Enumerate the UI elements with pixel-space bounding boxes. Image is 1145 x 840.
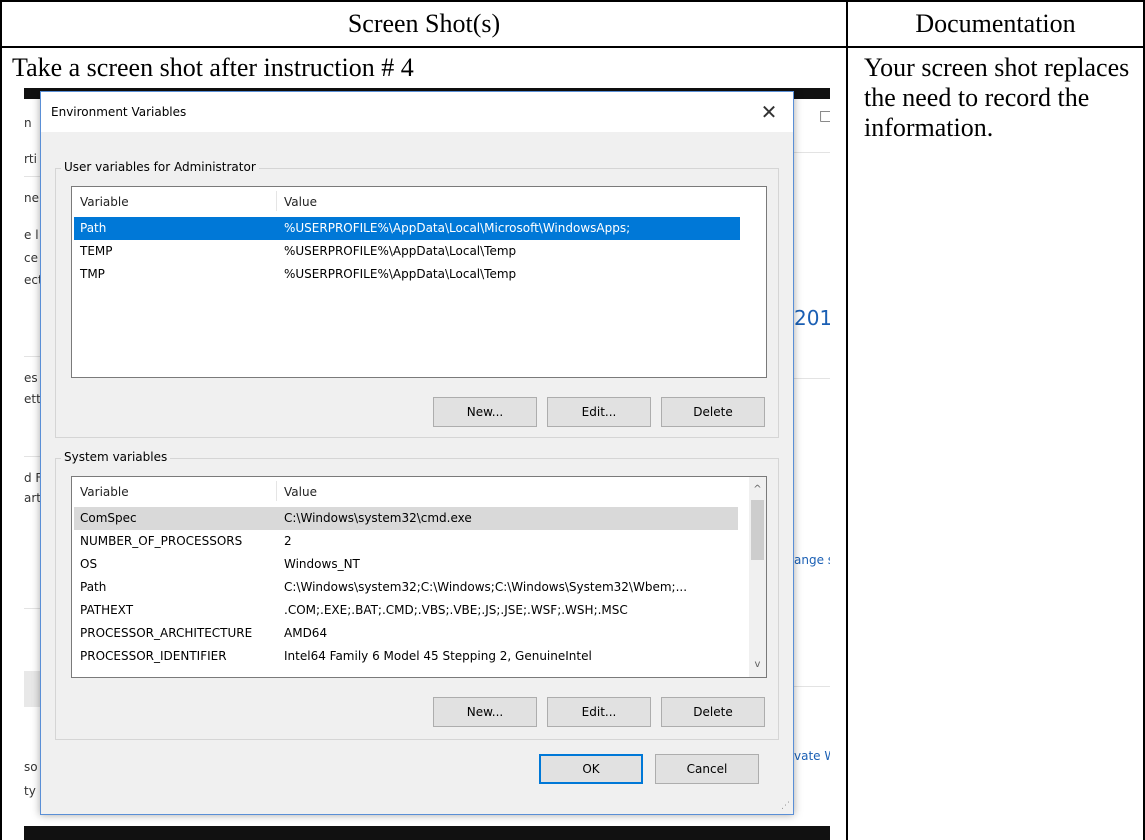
system-var-row[interactable]: NUMBER_OF_PROCESSORS 2 [74, 530, 738, 553]
column-header-variable[interactable]: Variable [80, 195, 129, 209]
bg-year-text: 2016 [794, 306, 830, 330]
close-icon[interactable]: ✕ [755, 98, 783, 126]
dialog-title-bar[interactable]: Environment Variables ✕ [41, 92, 793, 132]
var-name: PROCESSOR_IDENTIFIER [80, 649, 227, 663]
user-var-row-selected[interactable]: Path %USERPROFILE%\AppData\Local\Microso… [74, 217, 740, 240]
dialog-title: Environment Variables [51, 105, 187, 119]
system-new-button[interactable]: New... [433, 697, 537, 727]
var-name: Path [80, 580, 107, 594]
documentation-text: Your screen shot replaces the need to re… [864, 53, 1130, 142]
embedded-screenshot: n rti ne e l ce ect es ett d F artu so t… [24, 88, 830, 840]
instruction-text: Take a screen shot after instruction # 4 [12, 53, 414, 82]
table-border-left [0, 0, 2, 840]
var-value: %USERPROFILE%\AppData\Local\Microsoft\Wi… [284, 221, 631, 235]
var-value: Windows_NT [284, 557, 360, 571]
list-header: Variable Value [72, 477, 766, 507]
bg-fragment: e l [24, 228, 39, 242]
scroll-up-icon[interactable]: ^ [749, 481, 766, 498]
bg-divider [794, 152, 830, 153]
user-edit-button[interactable]: Edit... [547, 397, 651, 427]
bg-activate-windows-link[interactable]: vate W [794, 749, 830, 763]
bg-divider [794, 378, 830, 379]
ok-button[interactable]: OK [539, 754, 643, 784]
var-value: Intel64 Family 6 Model 45 Stepping 2, Ge… [284, 649, 592, 663]
scrollbar-thumb[interactable] [751, 500, 764, 560]
user-delete-button[interactable]: Delete [661, 397, 765, 427]
column-separator [276, 191, 277, 211]
list-header: Variable Value [72, 187, 766, 217]
system-list-scrollbar[interactable]: ^ v [749, 477, 766, 677]
table-column-divider [846, 0, 848, 840]
system-var-row[interactable]: PROCESSOR_ARCHITECTURE AMD64 [74, 622, 738, 645]
var-value: 2 [284, 534, 292, 548]
system-var-row[interactable]: Path C:\Windows\system32;C:\Windows;C:\W… [74, 576, 738, 599]
system-var-row[interactable]: PROCESSOR_IDENTIFIER Intel64 Family 6 Mo… [74, 645, 738, 668]
bg-panel [24, 671, 40, 707]
var-name: TMP [80, 267, 105, 281]
bg-change-settings-link[interactable]: ange s [794, 553, 830, 567]
table-border-top [0, 0, 1145, 2]
screenshot-bottom-bar [24, 826, 830, 840]
bg-fragment: rti [24, 152, 37, 166]
var-name: PATHEXT [80, 603, 134, 617]
var-value: %USERPROFILE%\AppData\Local\Temp [284, 244, 517, 258]
bg-fragment: ne [24, 191, 39, 205]
column-header-value[interactable]: Value [284, 195, 317, 209]
bg-divider [24, 456, 40, 457]
bg-divider [24, 356, 40, 357]
resize-grip-icon[interactable]: ⋰ [781, 801, 790, 811]
cancel-button[interactable]: Cancel [655, 754, 759, 784]
environment-variables-dialog: Environment Variables ✕ User variables f… [40, 91, 794, 815]
bg-fragment: ty [24, 784, 36, 798]
bg-divider [794, 686, 830, 687]
scroll-down-icon[interactable]: v [749, 656, 766, 673]
maximize-icon: □ [819, 108, 830, 124]
var-name: NUMBER_OF_PROCESSORS [80, 534, 243, 548]
var-value: %USERPROFILE%\AppData\Local\Temp [284, 267, 517, 281]
var-value: AMD64 [284, 626, 328, 640]
bg-divider [24, 176, 40, 177]
var-value: C:\Windows\system32\cmd.exe [284, 511, 472, 525]
var-value: .COM;.EXE;.BAT;.CMD;.VBS;.VBE;.JS;.JSE;.… [284, 603, 628, 617]
user-variables-label: User variables for Administrator [61, 160, 259, 174]
header-documentation: Documentation [915, 9, 1076, 38]
var-name: ComSpec [80, 511, 137, 525]
system-variables-list[interactable]: Variable Value ComSpec C:\Windows\system… [71, 476, 767, 678]
var-name: Path [80, 221, 107, 235]
bg-divider [24, 608, 40, 609]
system-var-row[interactable]: PATHEXT .COM;.EXE;.BAT;.CMD;.VBS;.VBE;.J… [74, 599, 738, 622]
user-var-row[interactable]: TMP %USERPROFILE%\AppData\Local\Temp [74, 263, 740, 286]
column-header-value[interactable]: Value [284, 485, 317, 499]
table-row-divider [0, 46, 1145, 48]
user-variables-list[interactable]: Variable Value Path %USERPROFILE%\AppDat… [71, 186, 767, 378]
var-value: C:\Windows\system32;C:\Windows;C:\Window… [284, 580, 688, 594]
bg-fragment: so [24, 760, 38, 774]
system-var-row-selected[interactable]: ComSpec C:\Windows\system32\cmd.exe [74, 507, 738, 530]
header-screenshots: Screen Shot(s) [347, 9, 501, 38]
user-var-row[interactable]: TEMP %USERPROFILE%\AppData\Local\Temp [74, 240, 740, 263]
bg-fragment: n [24, 116, 32, 130]
bg-fragment: ett [24, 392, 41, 406]
bg-fragment: es [24, 371, 38, 385]
column-header-variable[interactable]: Variable [80, 485, 129, 499]
system-edit-button[interactable]: Edit... [547, 697, 651, 727]
user-new-button[interactable]: New... [433, 397, 537, 427]
var-name: OS [80, 557, 98, 571]
var-name: PROCESSOR_ARCHITECTURE [80, 626, 253, 640]
system-variables-label: System variables [61, 450, 171, 464]
system-delete-button[interactable]: Delete [661, 697, 765, 727]
system-var-row[interactable]: OS Windows_NT [74, 553, 738, 576]
column-separator [276, 481, 277, 501]
var-name: TEMP [80, 244, 113, 258]
bg-fragment: ce [24, 251, 38, 265]
